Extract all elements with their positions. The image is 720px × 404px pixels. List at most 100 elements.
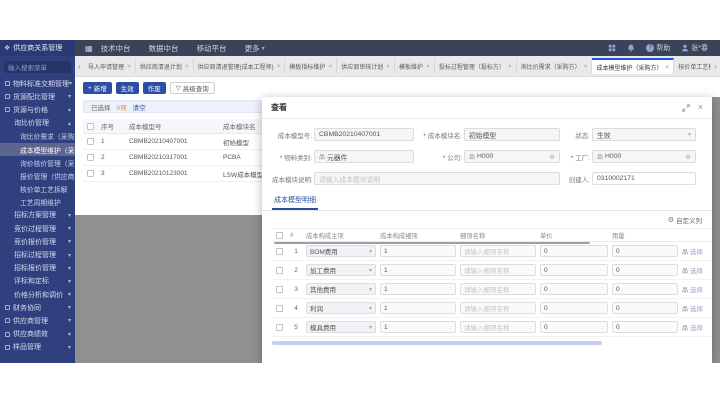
select-all-checkbox[interactable] <box>87 123 94 130</box>
sidebar-item[interactable]: 财务协同▾ <box>0 301 75 314</box>
unit-price-input[interactable]: 0 <box>540 264 608 276</box>
sidebar-item[interactable]: 货源与价格▴ <box>0 103 75 116</box>
sidebar-item[interactable]: 招标方案管理▾ <box>0 209 75 222</box>
factory-field[interactable]: 品H000⊗ <box>592 150 696 163</box>
select-material-button[interactable]: 品选择 <box>682 265 712 275</box>
sidebar-item[interactable]: 竞价报价管理▾ <box>0 235 75 248</box>
module-name-field[interactable]: 初始模型 <box>464 128 560 141</box>
select-material-button[interactable]: 品选择 <box>682 284 712 294</box>
tab-close-icon[interactable]: × <box>185 63 189 70</box>
tabs-scroll-left-icon[interactable]: ‹ <box>75 62 84 71</box>
sidebar-item[interactable]: 招标过程管理▾ <box>0 248 75 261</box>
usage-input[interactable]: 0 <box>612 245 678 257</box>
select-material-button[interactable]: 品选择 <box>682 303 712 313</box>
row-checkbox[interactable] <box>276 248 283 255</box>
sidebar-item[interactable]: 价格分析和调价▾ <box>0 288 75 301</box>
sub-item-input[interactable]: 1 <box>380 245 456 257</box>
usage-input[interactable]: 0 <box>612 264 678 276</box>
select-all-checkbox[interactable] <box>276 232 283 239</box>
close-icon[interactable]: × <box>698 103 703 112</box>
header-scrollbar[interactable] <box>274 242 590 244</box>
tab-item[interactable]: 供应商清退管理(成本工程师)× <box>194 58 286 74</box>
sub-item-input[interactable]: 1 <box>380 321 456 333</box>
item-name-input[interactable]: 请输入细项名称 <box>460 302 536 314</box>
tab-close-icon[interactable]: × <box>386 63 390 70</box>
usage-input[interactable]: 0 <box>612 302 678 314</box>
tab-close-icon[interactable]: × <box>328 63 332 70</box>
main-item-select[interactable]: 其他费用▾ <box>306 283 376 295</box>
sub-item-input[interactable]: 1 <box>380 264 456 276</box>
sidebar-item[interactable]: 工艺周期维护 <box>0 196 75 209</box>
help-button[interactable]: ? 帮助 <box>646 43 670 53</box>
select-material-button[interactable]: 品选择 <box>682 246 712 256</box>
tabs-scroll-right-icon[interactable]: › <box>711 62 720 71</box>
activate-button[interactable]: 生效 <box>116 82 139 94</box>
row-checkbox[interactable] <box>87 170 94 177</box>
main-item-select[interactable]: BOM费用▾ <box>306 245 376 257</box>
top-nav-item[interactable]: 更多▾ <box>245 43 265 54</box>
tab-close-icon[interactable]: × <box>127 63 131 70</box>
sidebar-item[interactable]: 货源配比管理▾ <box>0 90 75 103</box>
description-field[interactable]: 请输入成本模块说明 <box>314 172 560 185</box>
usage-input[interactable]: 0 <box>612 283 678 295</box>
unit-price-input[interactable]: 0 <box>540 321 608 333</box>
item-name-input[interactable]: 请输入细项名称 <box>460 264 536 276</box>
status-select[interactable]: 生效▾ <box>592 128 696 141</box>
sidebar-item[interactable]: 询比价管理▴ <box>0 117 75 130</box>
material-category-field[interactable]: 品元器件 <box>314 150 414 163</box>
sidebar-item[interactable]: 询价核价管理（采... <box>0 156 75 169</box>
row-checkbox[interactable] <box>276 267 283 274</box>
unit-price-input[interactable]: 0 <box>540 245 608 257</box>
row-checkbox[interactable] <box>276 305 283 312</box>
sidebar-search-input[interactable]: 输入搜索菜单 <box>4 61 71 73</box>
sidebar-item[interactable]: 物料标准交期管理▾ <box>0 77 75 90</box>
tab-cost-model-detail[interactable]: 成本模型明细 <box>272 193 318 210</box>
apps-icon[interactable] <box>608 44 616 52</box>
creator-field[interactable]: 0310002171 <box>592 172 696 185</box>
sidebar-item[interactable]: 询比价需求（采购... <box>0 130 75 143</box>
tab-close-icon[interactable]: × <box>666 64 670 71</box>
sidebar-item[interactable]: 竞价过程管理▾ <box>0 222 75 235</box>
row-checkbox[interactable] <box>87 154 94 161</box>
detail-table-row[interactable]: 4利润▾1请输入细项名称00品选择 <box>272 299 712 318</box>
fullscreen-icon[interactable] <box>682 104 690 112</box>
detail-table-row[interactable]: 2加工费用▾1请输入细项名称00品选择 <box>272 261 712 280</box>
main-item-select[interactable]: 利润▾ <box>306 302 376 314</box>
row-checkbox[interactable] <box>276 324 283 331</box>
tab-item[interactable]: 核价单工艺核算× <box>674 58 711 74</box>
detail-table-row[interactable]: 3其他费用▾1请输入细项名称00品选择 <box>272 280 712 299</box>
detail-table-row[interactable]: 1BOM费用▾1请输入细项名称00品选择 <box>272 242 712 261</box>
top-nav-item[interactable]: 技术中台 <box>101 43 131 54</box>
tab-item[interactable]: 导入申请管理× <box>84 58 136 74</box>
clear-icon[interactable]: ⊗ <box>549 153 555 161</box>
sub-item-input[interactable]: 1 <box>380 283 456 295</box>
tab-item[interactable]: 供应商清退计划× <box>136 58 194 74</box>
apps-grid-icon[interactable]: ▦ <box>85 44 93 53</box>
sub-item-input[interactable]: 1 <box>380 302 456 314</box>
main-item-select[interactable]: 模具费用▾ <box>306 321 376 333</box>
sidebar-item[interactable]: 评标和定标▾ <box>0 275 75 288</box>
unit-price-input[interactable]: 0 <box>540 283 608 295</box>
detail-table-row[interactable]: 5模具费用▾1请输入细项名称00品选择 <box>272 318 712 337</box>
user-menu[interactable]: 张*春 <box>681 43 708 53</box>
usage-input[interactable]: 0 <box>612 321 678 333</box>
sidebar-item[interactable]: 样品管理▾ <box>0 341 75 354</box>
void-button[interactable]: 作废 <box>143 82 166 94</box>
item-name-input[interactable]: 请输入细项名称 <box>460 283 536 295</box>
row-checkbox[interactable] <box>276 286 283 293</box>
tab-item[interactable]: 询比价需求（采购方）× <box>517 58 593 74</box>
tab-active[interactable]: 成本模型维护（采购方）× <box>592 58 674 74</box>
tab-item[interactable]: 模板维护× <box>395 58 435 74</box>
sidebar-item[interactable]: 核价单工艺拆解 <box>0 183 75 196</box>
top-nav-item[interactable]: 移动平台 <box>197 43 227 54</box>
tab-close-icon[interactable]: × <box>277 63 281 70</box>
row-checkbox[interactable] <box>87 138 94 145</box>
advanced-query-button[interactable]: ▽ 高级查询 <box>170 82 215 94</box>
sidebar-item[interactable]: 供应商管理▾ <box>0 314 75 327</box>
company-field[interactable]: 品H000⊗ <box>464 150 560 163</box>
clear-selection-link[interactable]: 清空 <box>133 102 146 112</box>
sidebar-item[interactable]: 成本模型维护（采... <box>0 143 75 156</box>
tab-item[interactable]: 模板指标维护× <box>285 58 337 74</box>
tab-close-icon[interactable]: × <box>426 63 430 70</box>
tab-item[interactable]: 供应商审核计划× <box>337 58 395 74</box>
